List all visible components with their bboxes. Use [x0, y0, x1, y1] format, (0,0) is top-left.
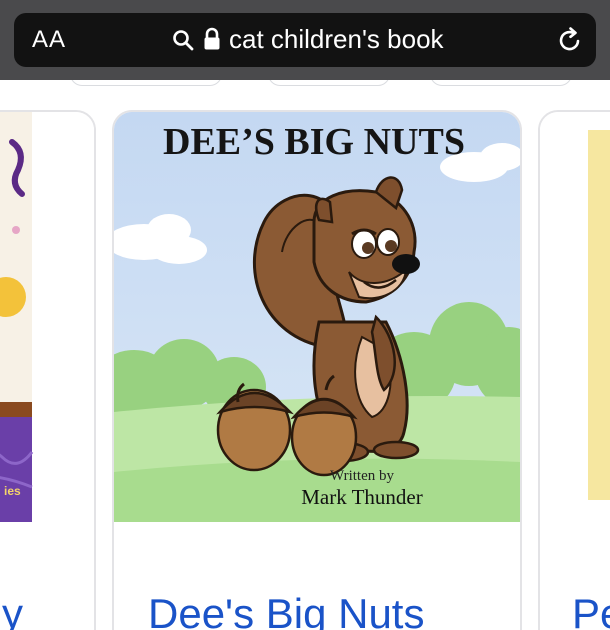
result-card-left[interactable]: ies y: [0, 110, 96, 630]
result-card-right[interactable]: Pe: [538, 110, 610, 630]
filter-chip[interactable]: [70, 80, 222, 86]
text-size-button[interactable]: AA: [32, 26, 66, 54]
left-cover-text: ies: [4, 484, 21, 498]
address-bar[interactable]: AA cat children's book: [14, 13, 596, 67]
result-title-left[interactable]: y: [2, 590, 23, 630]
search-results-carousel: ies y DEE’S BIG NUTS Written by Mark Thu…: [0, 80, 610, 630]
cover-author: Mark Thunder: [301, 485, 423, 509]
search-icon: [172, 29, 194, 56]
filter-chip[interactable]: [430, 80, 572, 86]
book-cover-image-left: ies: [0, 112, 94, 522]
result-title-dees-big-nuts[interactable]: Dee's Big Nuts: [148, 590, 424, 630]
reload-icon[interactable]: [556, 26, 584, 59]
result-title-right[interactable]: Pe: [572, 590, 610, 630]
browser-toolbar: AA cat children's book: [0, 0, 610, 80]
cover-title: DEE’S BIG NUTS: [163, 121, 465, 163]
filter-chip[interactable]: [268, 80, 390, 86]
lock-icon: [203, 27, 221, 56]
result-card-dees-big-nuts[interactable]: DEE’S BIG NUTS Written by Mark Thunder D…: [112, 110, 522, 630]
address-query-text[interactable]: cat children's book: [229, 24, 444, 55]
cover-byline: Written by: [330, 468, 394, 484]
book-cover-image: DEE’S BIG NUTS Written by Mark Thunder: [114, 112, 520, 522]
book-cover-image-right: [540, 112, 610, 522]
